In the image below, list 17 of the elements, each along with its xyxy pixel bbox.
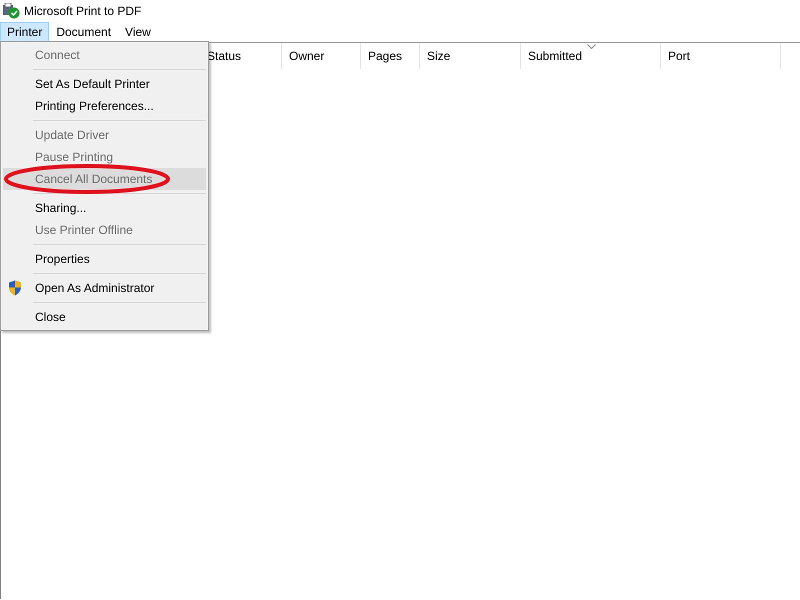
- column-header[interactable]: Pages: [361, 43, 420, 69]
- sort-icon: [586, 44, 596, 49]
- menu-item[interactable]: Properties: [3, 248, 206, 270]
- column-header[interactable]: Owner: [282, 43, 361, 69]
- menu-item[interactable]: Printing Preferences...: [3, 95, 206, 117]
- menu-item[interactable]: Sharing...: [3, 197, 206, 219]
- column-header[interactable]: Size: [420, 43, 521, 69]
- menu-bar-item[interactable]: Document: [49, 22, 118, 42]
- column-header[interactable]: Port: [661, 43, 781, 69]
- menu-item[interactable]: Open As Administrator: [3, 277, 206, 299]
- window-title: Microsoft Print to PDF: [24, 4, 142, 18]
- column-header[interactable]: Submitted: [521, 43, 661, 69]
- shield-icon: [8, 280, 22, 296]
- menu-bar-item[interactable]: Printer: [0, 22, 50, 42]
- menu-item[interactable]: Set As Default Printer: [3, 73, 206, 95]
- menu-bar-item[interactable]: View: [118, 22, 158, 42]
- menu-item[interactable]: Close: [3, 306, 206, 328]
